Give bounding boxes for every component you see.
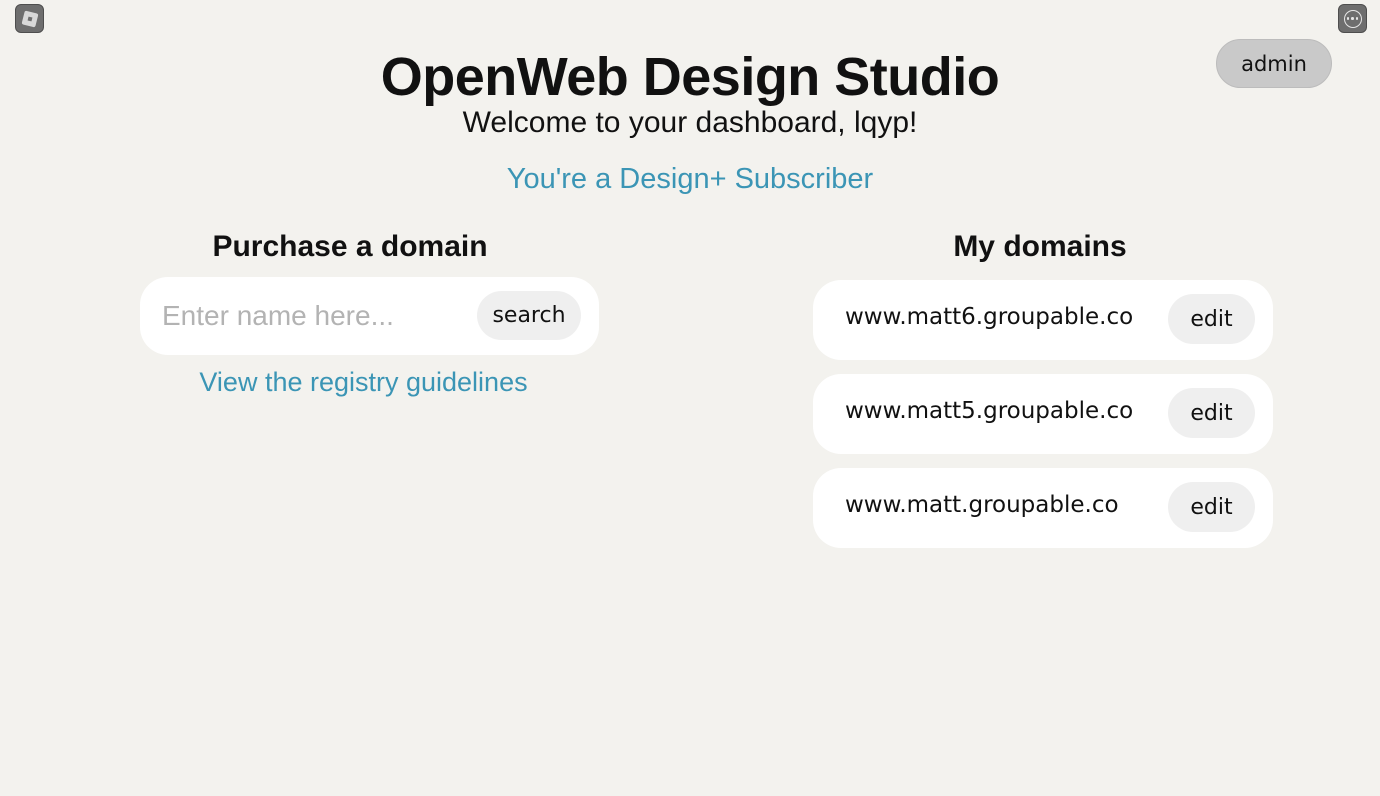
- domain-name: www.matt5.groupable.co: [845, 398, 1134, 424]
- domain-card: www.matt6.groupable.co edit: [813, 280, 1273, 360]
- more-menu-icon[interactable]: [1338, 4, 1367, 33]
- edit-domain-button[interactable]: edit: [1168, 482, 1255, 532]
- edit-domain-button[interactable]: edit: [1168, 294, 1255, 344]
- registry-guidelines-link[interactable]: View the registry guidelines: [140, 367, 587, 398]
- domain-card: www.matt.groupable.co edit: [813, 468, 1273, 548]
- domain-search-box: search: [140, 277, 599, 355]
- logo-square-icon: [21, 10, 38, 27]
- domain-name: www.matt6.groupable.co: [845, 304, 1134, 330]
- domain-card: www.matt5.groupable.co edit: [813, 374, 1273, 454]
- domain-search-input[interactable]: [162, 295, 462, 337]
- app-logo-icon[interactable]: [15, 4, 44, 33]
- domain-name: www.matt.groupable.co: [845, 492, 1119, 518]
- ellipsis-icon: [1343, 9, 1362, 28]
- dashboard-page: admin OpenWeb Design Studio Welcome to y…: [0, 0, 1380, 796]
- my-domains-heading: My domains: [953, 230, 1127, 263]
- welcome-message: Welcome to your dashboard, lqyp!: [462, 106, 918, 139]
- edit-domain-button[interactable]: edit: [1168, 388, 1255, 438]
- purchase-heading: Purchase a domain: [212, 230, 488, 263]
- search-button[interactable]: search: [477, 291, 581, 340]
- page-title: OpenWeb Design Studio: [380, 47, 1000, 107]
- subscriber-link[interactable]: You're a Design+ Subscriber: [0, 163, 1380, 196]
